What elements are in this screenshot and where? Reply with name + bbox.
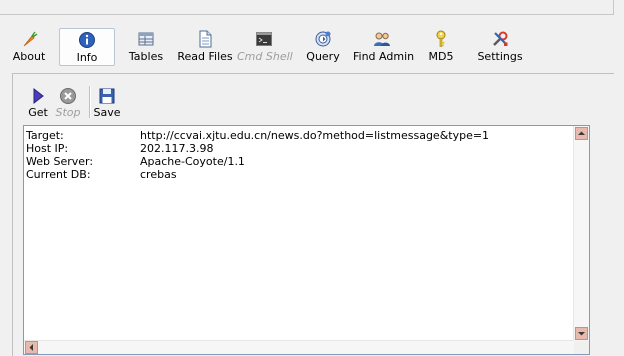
current-db-key: Current DB: xyxy=(26,168,91,181)
users-icon xyxy=(373,30,391,48)
settings-label: Settings xyxy=(477,50,523,63)
cmd-shell-label: Cmd Shell xyxy=(237,50,293,63)
toolbar-separator xyxy=(89,86,91,118)
save-button[interactable]: Save xyxy=(93,86,121,120)
target-key: Target: xyxy=(26,129,64,142)
stop-label: Stop xyxy=(55,106,81,119)
web-server-value: Apache-Coyote/1.1 xyxy=(140,155,245,168)
chevron-left-icon xyxy=(29,344,33,351)
host-ip-value: 202.117.3.98 xyxy=(140,142,214,155)
tables-label: Tables xyxy=(128,50,164,63)
about-label: About xyxy=(12,50,46,63)
stop-icon xyxy=(59,87,77,105)
tables-button[interactable]: Tables xyxy=(126,28,166,66)
query-label: Query xyxy=(306,50,340,63)
md5-label: MD5 xyxy=(428,50,454,63)
current-db-value: crebas xyxy=(140,168,177,181)
web-server-key: Web Server: xyxy=(26,155,94,168)
find-admin-label: Find Admin xyxy=(353,50,415,63)
key-icon xyxy=(432,30,450,48)
cmd-shell-button[interactable]: Cmd Shell xyxy=(237,28,293,66)
scroll-down-button[interactable] xyxy=(575,327,588,340)
table-icon xyxy=(137,30,155,48)
info-icon xyxy=(78,31,96,49)
scroll-up-button[interactable] xyxy=(575,127,588,140)
info-button[interactable]: Info xyxy=(59,28,115,66)
info-output-area[interactable]: Target: http://ccvai.xjtu.edu.cn/news.do… xyxy=(23,125,590,355)
get-button[interactable]: Get xyxy=(24,86,52,120)
floppy-disk-icon xyxy=(98,87,116,105)
scroll-left-button[interactable] xyxy=(25,341,38,354)
tools-icon xyxy=(491,30,509,48)
info-label: Info xyxy=(76,51,98,64)
md5-button[interactable]: MD5 xyxy=(423,28,459,66)
about-button[interactable]: About xyxy=(10,28,48,66)
read-files-button[interactable]: Read Files xyxy=(177,28,233,66)
stop-button[interactable]: Stop xyxy=(52,86,84,120)
query-button[interactable]: Query xyxy=(303,28,343,66)
save-label: Save xyxy=(93,106,121,119)
settings-button[interactable]: Settings xyxy=(476,28,524,66)
chevron-down-icon xyxy=(578,332,585,336)
read-files-label: Read Files xyxy=(177,50,233,63)
document-icon xyxy=(196,30,214,48)
play-icon xyxy=(29,87,47,105)
find-admin-button[interactable]: Find Admin xyxy=(353,28,415,66)
get-label: Get xyxy=(28,106,48,119)
scroll-corner xyxy=(574,341,589,354)
horizontal-scrollbar[interactable] xyxy=(24,340,574,354)
query-icon xyxy=(314,30,332,48)
top-panel xyxy=(0,0,614,15)
target-value: http://ccvai.xjtu.edu.cn/news.do?method=… xyxy=(140,129,490,142)
vertical-scrollbar[interactable] xyxy=(573,126,589,341)
chevron-up-icon xyxy=(578,131,585,135)
main-toolbar: About Info Tables Read Files Cmd Shell Q… xyxy=(0,26,624,68)
carrot-icon xyxy=(20,30,38,48)
host-ip-key: Host IP: xyxy=(26,142,69,155)
terminal-icon xyxy=(255,30,273,48)
